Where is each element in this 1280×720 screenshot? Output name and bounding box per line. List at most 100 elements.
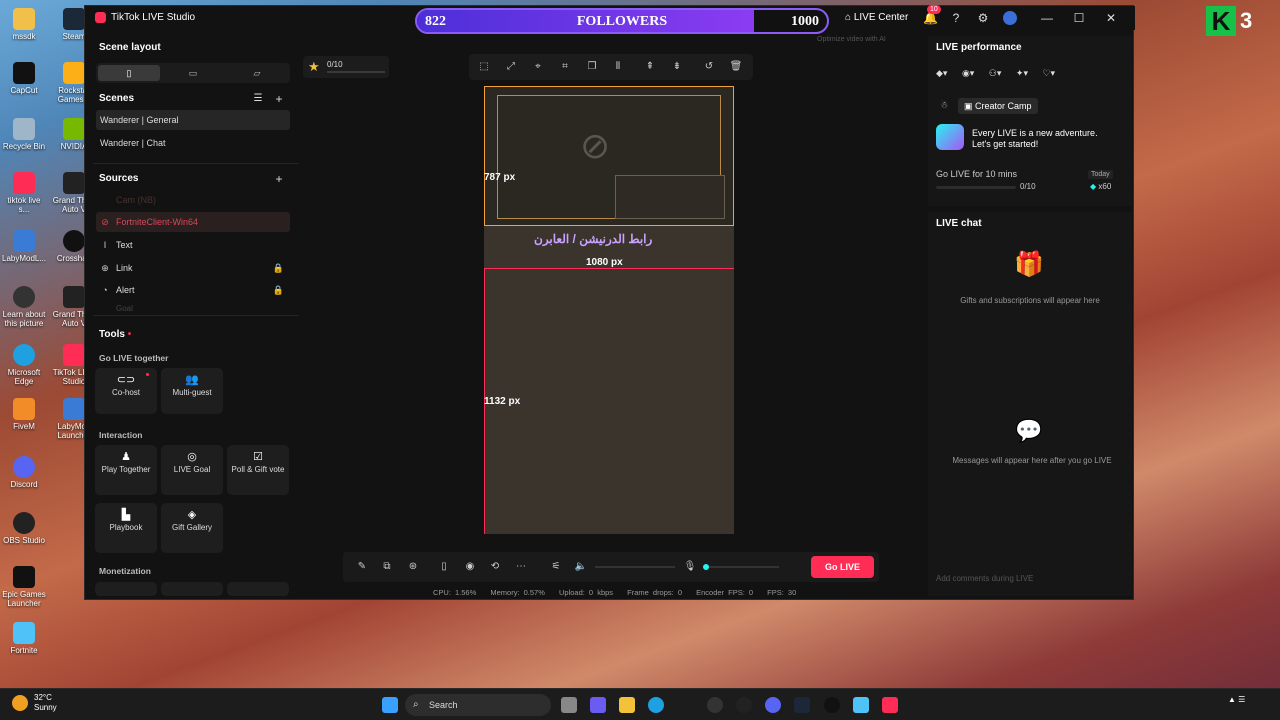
desktop-icon[interactable]: Recycle Bin — [2, 118, 46, 151]
crop-icon[interactable]: ⌗ — [558, 60, 572, 74]
flip-icon[interactable]: ⫴ — [611, 60, 625, 74]
scene-item[interactable]: Wanderer | Chat — [96, 133, 290, 153]
more-icon[interactable]: ⋯ — [514, 560, 528, 574]
desktop-icon[interactable]: Epic Games Launcher — [2, 566, 46, 608]
magic-icon[interactable]: ✎ — [355, 560, 369, 574]
start-icon[interactable] — [382, 697, 398, 713]
scene-item[interactable]: Wanderer | General — [96, 110, 290, 130]
close-button[interactable]: ✕ — [1101, 10, 1121, 26]
memory-stat: Memory: 0.57% — [490, 588, 545, 597]
lock-icon[interactable]: 🔒 — [273, 258, 284, 278]
tool-card[interactable] — [161, 582, 223, 596]
source-item[interactable]: Goal — [96, 304, 290, 314]
go-live-together-label: Go LIVE together — [99, 353, 169, 363]
tab-portrait[interactable]: ▯ — [98, 65, 160, 81]
mic-icon[interactable]: 🎙 — [683, 560, 697, 574]
steam-icon[interactable] — [794, 697, 810, 713]
live-goal-button[interactable]: ◎ LIVE Goal — [161, 445, 223, 495]
copy-icon[interactable]: ❐ — [585, 60, 599, 74]
discord-icon[interactable] — [765, 697, 781, 713]
tab-landscape[interactable]: ▭ — [162, 65, 224, 81]
add-scene-button[interactable]: + — [272, 92, 286, 106]
desktop-icon[interactable]: LabyModL... — [2, 230, 46, 263]
avatar[interactable] — [1003, 11, 1017, 25]
star-widget[interactable]: ★ 0/10 — [303, 56, 389, 78]
encoder-fps-stat: Encoder FPS: 0 — [696, 588, 754, 597]
stream-preview[interactable]: ⊘ 787 px رابط الدرنيشن / العابرن 1080 px… — [484, 86, 734, 534]
speaker-icon[interactable]: 🔈 — [574, 560, 588, 574]
lock-icon[interactable]: 🔒 — [273, 280, 284, 300]
stats-bar: CPU: 1.56% Memory: 0.57% Upload: 0 kbps … — [433, 588, 806, 597]
comment-input[interactable]: Add comments during LIVE — [930, 570, 1126, 588]
center-icon[interactable]: ⌖ — [531, 60, 545, 74]
tool-card[interactable] — [95, 582, 157, 596]
delete-icon[interactable]: 🗑 — [729, 60, 743, 74]
live-center-button[interactable]: ⌂ LIVE Center — [845, 12, 908, 23]
obs-icon[interactable] — [736, 697, 752, 713]
filter-icon[interactable]: ⊛ — [406, 560, 420, 574]
weather-widget[interactable]: 32°C Sunny — [10, 693, 57, 713]
tab-dual[interactable]: ▱ — [226, 65, 288, 81]
system-tray[interactable]: ▲ ☰ — [1228, 695, 1245, 705]
copilot-icon[interactable] — [590, 697, 606, 713]
edge-icon[interactable] — [648, 697, 664, 713]
gifts-message: Gifts and subscriptions will appear here — [960, 296, 1100, 305]
source-item[interactable]: Cam (NB) — [96, 190, 290, 210]
desktop-icon[interactable]: tiktok live s... — [2, 172, 46, 214]
desktop-icon[interactable]: Learn about this picture — [2, 286, 46, 328]
layer-down-icon[interactable]: ⇟ — [670, 60, 684, 74]
camera-source-frame[interactable]: ⊘ — [484, 86, 734, 226]
poll-gift-vote-button[interactable]: ☑ Poll & Gift vote — [227, 445, 289, 495]
fortnite-icon[interactable] — [853, 697, 869, 713]
help-icon[interactable]: ? — [949, 11, 963, 25]
select-icon[interactable]: ⬚ — [477, 60, 491, 74]
rotate-icon[interactable]: ↺ — [702, 60, 716, 74]
maximize-button[interactable]: ☐ — [1069, 10, 1089, 26]
search-input[interactable]: ⌕ Search — [405, 694, 551, 716]
effects-icon[interactable]: ⧉ — [380, 560, 394, 574]
volume-slider[interactable] — [595, 566, 675, 568]
mic-slider[interactable] — [703, 564, 779, 570]
desktop-icon[interactable]: mssdk — [2, 8, 46, 41]
list-icon[interactable]: ☰ — [251, 92, 265, 106]
desktop-icon[interactable]: Fortnite — [2, 622, 46, 655]
live-performance-card: LIVE performance ◆▾ ◉▾ ⚇▾ ✦▾ ♡▾ ☃ ▣ Crea… — [928, 36, 1132, 206]
multi-guest-button[interactable]: 👥 Multi-guest — [161, 368, 223, 414]
expand-icon[interactable]: ⤢ — [504, 60, 518, 74]
creator-camp-button[interactable]: ▣ Creator Camp — [958, 98, 1038, 114]
optimize-hint[interactable]: Optimize video with AI — [817, 36, 886, 43]
source-item[interactable]: ⊘ FortniteClient-Win64 — [96, 212, 290, 232]
arabic-text-source[interactable]: رابط الدرنيشن / العابرن — [534, 232, 652, 246]
taskbar: 32°C Sunny ⌕ Search ▲ ☰ — [0, 688, 1280, 720]
gear-icon[interactable]: ⚙ — [976, 11, 990, 25]
gift-gallery-button[interactable]: ◈ Gift Gallery — [161, 503, 223, 553]
phone-icon[interactable]: ▯ — [437, 560, 451, 574]
source-item[interactable]: ◔ Alert 🔒 — [96, 280, 290, 300]
desktop-icon[interactable]: CapCut — [2, 62, 46, 95]
mixer-icon[interactable]: ⚟ — [549, 560, 563, 574]
desktop-icon[interactable]: Microsoft Edge — [2, 344, 46, 386]
file-explorer-icon[interactable] — [619, 697, 635, 713]
add-source-button[interactable]: + — [272, 172, 286, 186]
desktop-icon[interactable]: FiveM — [2, 398, 46, 431]
chatgpt-icon[interactable] — [824, 697, 840, 713]
followers-target: 1000 — [791, 14, 819, 29]
desktop-icon[interactable]: OBS Studio — [2, 512, 46, 545]
record-icon[interactable]: ◉ — [463, 560, 477, 574]
layer-up-icon[interactable]: ⇞ — [643, 60, 657, 74]
minimize-button[interactable]: — — [1037, 10, 1057, 26]
mic-slider-handle[interactable] — [703, 564, 709, 570]
go-live-button[interactable]: Go LIVE — [811, 556, 874, 578]
source-item[interactable]: I Text — [96, 235, 290, 255]
crosshair-icon[interactable] — [707, 697, 723, 713]
source-item[interactable]: ⊕ Link 🔒 — [96, 258, 290, 278]
replay-icon[interactable]: ⟲ — [488, 560, 502, 574]
playbook-button[interactable]: ▙ Playbook — [95, 503, 157, 553]
tiktok-icon[interactable] — [882, 697, 898, 713]
task-view-icon[interactable] — [561, 697, 577, 713]
play-together-button[interactable]: ♟ Play Together — [95, 445, 157, 495]
desktop-icon[interactable]: Discord — [2, 456, 46, 489]
metric-icons[interactable]: ◆▾ ◉▾ ⚇▾ ✦▾ ♡▾ — [936, 68, 1055, 79]
book-icon: ▙ — [121, 509, 131, 521]
tool-card[interactable] — [227, 582, 289, 596]
